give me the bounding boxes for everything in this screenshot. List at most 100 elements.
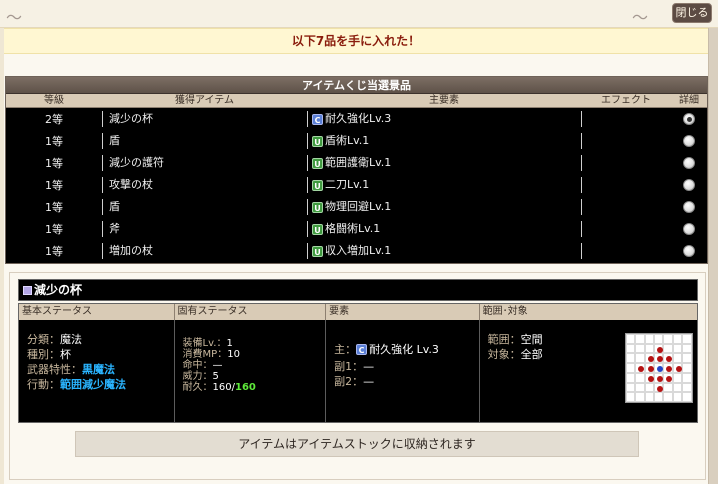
prize-element-value: 二刀Lv.1 — [325, 178, 370, 191]
prize-element-value: 盾術Lv.1 — [325, 134, 370, 147]
power-value: 5 — [212, 371, 219, 382]
detail-radio[interactable] — [683, 135, 695, 147]
header-range-target: 範囲･対象 — [482, 306, 528, 317]
grid-cell — [635, 392, 645, 402]
prize-rank: 1等 — [45, 157, 63, 170]
affected-cell-marker — [656, 375, 663, 382]
grid-cell — [663, 382, 673, 393]
detail-radio[interactable] — [683, 245, 695, 257]
prize-item-name: 減少の杯 — [102, 111, 307, 127]
grid-cell — [644, 343, 654, 354]
ornament-swirl-icon: 〜 — [6, 8, 23, 27]
main-element-value: 耐久強化 Lv.3 — [369, 343, 439, 356]
equip-lv-row: 装備Lv.：1 — [183, 338, 326, 349]
ornament-swirl-icon: 〜 — [632, 8, 649, 27]
type-row: 種別：杯 — [27, 347, 174, 362]
accuracy-row: 命中：— — [183, 360, 326, 371]
detail-radio[interactable] — [683, 113, 695, 125]
affected-cell-marker — [675, 366, 682, 373]
header-effect: エフェクト — [601, 95, 651, 106]
detail-cell — [671, 245, 707, 257]
prize-row: 1等 盾 U 盾術Lv.1 — [6, 130, 707, 152]
category-value: 魔法 — [60, 333, 82, 346]
grid-cell — [635, 382, 645, 393]
u-grade-icon: U — [312, 201, 323, 213]
prize-rank: 2等 — [45, 113, 63, 126]
prize-row: 1等 減少の護符 U 範囲護衛Lv.1 — [6, 152, 707, 174]
window-scrollbar[interactable] — [708, 28, 718, 484]
weapon-trait-label: 武器特性： — [27, 363, 82, 376]
detail-radio[interactable] — [683, 179, 695, 191]
prize-effect — [581, 155, 671, 171]
affected-cell-marker — [647, 356, 654, 363]
grid-cell — [644, 392, 654, 402]
grid-cell — [625, 353, 636, 364]
grid-cell — [644, 334, 654, 344]
sub2-element-value: — — [363, 375, 375, 388]
sub1-element-row: 副1：— — [334, 359, 479, 374]
prize-row: 1等 盾 U 物理回避Lv.1 — [6, 196, 707, 218]
main-element-label: 主： — [334, 343, 357, 356]
durability-label: 耐久： — [182, 382, 213, 393]
prize-table: アイテムくじ当選景品 等級 獲得アイテム 主要素 エフェクト 詳細 2等 減少の杯… — [5, 76, 708, 264]
grid-cell — [663, 392, 673, 402]
equip-lv-label: 装備Lv.： — [182, 338, 227, 349]
prize-item-name: 斧 — [102, 221, 307, 237]
u-grade-icon: U — [312, 135, 323, 147]
grid-cell — [644, 353, 654, 364]
header-detail: 詳細 — [679, 95, 699, 106]
grid-cell — [635, 372, 645, 383]
elements-status: 主： C 耐久強化 Lv.3 副1：— 副2：— — [326, 320, 480, 422]
category-row: 分類：魔法 — [27, 332, 174, 347]
header-unique-status: 固有ステータス — [175, 304, 327, 320]
prize-element: C 耐久強化Lv.3 — [307, 111, 581, 127]
type-value: 杯 — [60, 348, 71, 361]
prize-effect — [581, 243, 671, 259]
grid-cell — [672, 382, 683, 393]
prize-effect — [581, 133, 671, 149]
grid-cell — [672, 334, 683, 344]
affected-cell-marker — [656, 356, 663, 363]
prize-element-value: 物理回避Lv.1 — [325, 200, 392, 213]
unique-status: 装備Lv.：1 消費MP：10 命中：— 威力：5 耐久：160/160 — [175, 320, 327, 422]
sub1-element-value: — — [363, 360, 375, 373]
detail-cell — [671, 201, 707, 213]
power-row: 威力：5 — [183, 371, 326, 382]
durability-max: 160 — [235, 382, 256, 393]
prize-row: 1等 攻撃の杖 U 二刀Lv.1 — [6, 174, 707, 196]
header-rank: 等級 — [44, 95, 64, 106]
grid-cell — [653, 382, 664, 393]
header-elements: 要素 — [326, 304, 480, 320]
acquired-notice: 以下7品を手に入れた！ — [4, 28, 708, 54]
prize-element: U 範囲護衛Lv.1 — [307, 155, 581, 171]
grid-cell — [672, 372, 683, 383]
prize-rank: 1等 — [45, 135, 63, 148]
grid-cell — [663, 343, 673, 354]
range-label: 範囲： — [487, 333, 521, 346]
accuracy-label: 命中： — [182, 360, 213, 371]
detail-radio[interactable] — [683, 223, 695, 235]
target-value: 全部 — [520, 348, 543, 361]
close-button[interactable]: 閉じる — [672, 3, 712, 23]
grid-cell — [625, 372, 636, 383]
item-detail-panel: 減少の杯 基本ステータス 固有ステータス 要素 範囲･対象 分類：魔法 種別：杯… — [9, 272, 706, 480]
header-element: 主要素 — [429, 95, 459, 106]
range-value: 空間 — [520, 333, 543, 346]
c-grade-icon: C — [356, 344, 368, 355]
grid-cell — [653, 372, 664, 383]
grid-cell — [635, 334, 645, 344]
prize-table-header: 等級 獲得アイテム 主要素 エフェクト 詳細 — [6, 94, 707, 108]
grid-cell — [682, 382, 692, 393]
prize-element-value: 耐久強化Lv.3 — [325, 112, 392, 125]
detail-radio[interactable] — [683, 201, 695, 213]
detail-radio[interactable] — [683, 157, 695, 169]
sub2-element-row: 副2：— — [334, 374, 479, 389]
detail-cell — [671, 113, 707, 125]
grid-cell — [635, 343, 645, 354]
prize-item-name: 盾 — [102, 199, 307, 215]
affected-cell-marker — [647, 375, 654, 382]
mp-value: 10 — [227, 349, 240, 360]
prize-item-name: 盾 — [102, 133, 307, 149]
grid-cell — [653, 363, 664, 373]
affected-cell-marker — [638, 366, 645, 373]
